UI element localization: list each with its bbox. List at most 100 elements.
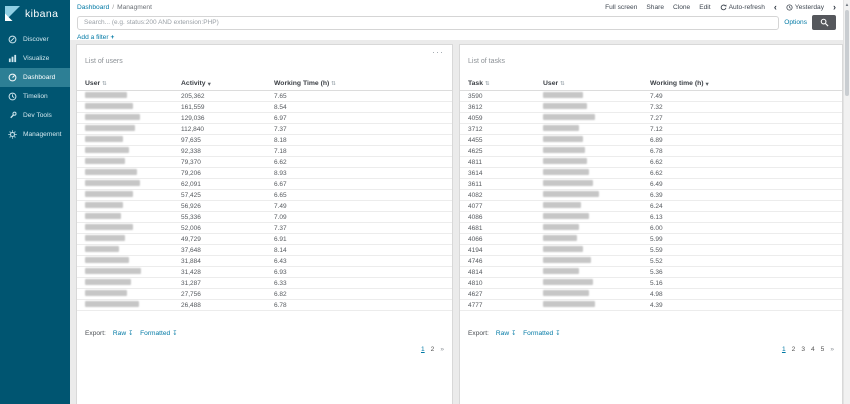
task-id: 4077 (468, 203, 543, 210)
download-icon: ↧ (128, 330, 133, 337)
options-link[interactable]: Options (784, 19, 807, 26)
working-time-value: 7.18 (274, 148, 444, 155)
page-3-button[interactable]: 3 (801, 346, 805, 353)
users-pagination: 12 » (77, 337, 452, 353)
table-row: 36116.49 (460, 179, 842, 190)
share-button[interactable]: Share (646, 4, 664, 11)
redaction-bar (85, 246, 119, 252)
export-raw-link[interactable]: Raw↧ (496, 330, 516, 337)
redaction-bar (85, 147, 129, 153)
task-id: 4814 (468, 269, 543, 276)
time-next-button[interactable]: › (833, 2, 836, 12)
table-row: 40597.27 (460, 113, 842, 124)
redacted-user-name (543, 114, 650, 122)
working-time-value: 6.49 (650, 181, 834, 188)
working-time-value: 7.09 (274, 214, 444, 221)
redacted-user-name (543, 290, 650, 298)
gear-icon (8, 130, 17, 139)
redacted-user-name (85, 125, 181, 133)
sidebar-item-dashboard[interactable]: Dashboard (0, 68, 70, 87)
working-time-value: 6.67 (274, 181, 444, 188)
scrollbar-thumb[interactable] (845, 10, 849, 96)
activity-value: 49,729 (181, 236, 274, 243)
activity-value: 129,036 (181, 115, 274, 122)
activity-value: 56,926 (181, 203, 274, 210)
redaction-bar (543, 147, 585, 153)
task-id: 4082 (468, 192, 543, 199)
redaction-bar (543, 136, 583, 142)
sidebar-item-discover[interactable]: Discover (0, 30, 70, 49)
working-time-value: 8.18 (274, 137, 444, 144)
export-formatted-link[interactable]: Formatted↧ (140, 330, 177, 337)
page-scrollbar[interactable]: ▲ (843, 0, 850, 404)
clock-small-icon (786, 4, 793, 11)
breadcrumb-root-link[interactable]: Dashboard (77, 4, 109, 11)
panel-title: List of tasks (468, 58, 505, 65)
scrollbar-up-arrow-icon[interactable]: ▲ (844, 0, 850, 9)
auto-refresh-button[interactable]: Auto-refresh (720, 4, 765, 11)
column-label: User (85, 80, 100, 87)
working-time-value: 5.52 (650, 258, 834, 265)
export-raw-link[interactable]: Raw↧ (113, 330, 133, 337)
sidebar-item-timelion[interactable]: Timelion (0, 87, 70, 106)
column-header-task[interactable]: Task⇅ (468, 80, 543, 87)
activity-value: 62,091 (181, 181, 274, 188)
full-screen-button[interactable]: Full screen (605, 4, 637, 11)
time-prev-button[interactable]: ‹ (774, 2, 777, 12)
activity-value: 27,756 (181, 291, 274, 298)
column-header-activity[interactable]: Activity▾ (181, 80, 274, 88)
table-row: 48105.16 (460, 278, 842, 289)
task-id: 4625 (468, 148, 543, 155)
next-page-button[interactable]: » (830, 346, 834, 353)
column-header-working-time-h-[interactable]: Working Time (h)⇅ (274, 80, 444, 87)
page-1-button[interactable]: 1 (421, 346, 425, 353)
page-4-button[interactable]: 4 (811, 346, 815, 353)
page-2-button[interactable]: 2 (431, 346, 435, 353)
export-formatted-link[interactable]: Formatted↧ (523, 330, 560, 337)
page-5-button[interactable]: 5 (821, 346, 825, 353)
clone-button[interactable]: Clone (673, 4, 690, 11)
task-id: 3590 (468, 93, 543, 100)
time-picker-button[interactable]: Yesterday (786, 4, 824, 11)
task-id: 4627 (468, 291, 543, 298)
redacted-user-name (543, 147, 650, 155)
top-nav: Full screen Share Clone Edit Auto-refresh ‹… (605, 2, 836, 12)
column-header-working-time-h-[interactable]: Working time (h)▾ (650, 80, 834, 88)
panel-list-of-tasks: List of tasks Task⇅User⇅Working time (h)… (459, 44, 843, 404)
working-time-value: 6.39 (650, 192, 834, 199)
page-2-button[interactable]: 2 (792, 346, 796, 353)
search-input[interactable] (77, 16, 779, 30)
panel-menu-icon[interactable]: ··· (432, 47, 444, 57)
activity-value: 205,362 (181, 93, 274, 100)
redacted-user-name (85, 136, 181, 144)
sort-icon: ▾ (706, 80, 709, 88)
redaction-bar (543, 191, 599, 197)
export-label: Export: (85, 330, 106, 337)
edit-button[interactable]: Edit (699, 4, 710, 11)
redacted-user-name (85, 202, 181, 210)
export-link-label: Formatted (140, 330, 170, 337)
activity-value: 79,370 (181, 159, 274, 166)
table-row: 52,0067.37 (77, 223, 452, 234)
column-header-user[interactable]: User⇅ (543, 80, 650, 87)
activity-value: 31,428 (181, 269, 274, 276)
sidebar-item-label: Dev Tools (23, 112, 52, 119)
column-header-user[interactable]: User⇅ (85, 80, 181, 87)
redaction-bar (85, 103, 133, 109)
redaction-bar (85, 235, 125, 241)
sidebar-item-dev-tools[interactable]: Dev Tools (0, 106, 70, 125)
page-1-button[interactable]: 1 (782, 346, 786, 353)
redaction-bar (543, 301, 595, 307)
table-row: 41945.59 (460, 245, 842, 256)
sidebar-item-management[interactable]: Management (0, 125, 70, 144)
sidebar-item-visualize[interactable]: Visualize (0, 49, 70, 68)
wrench-icon (8, 111, 17, 120)
next-page-button[interactable]: » (440, 346, 444, 353)
compass-icon (8, 35, 17, 44)
table-row: 40665.99 (460, 234, 842, 245)
task-id: 4086 (468, 214, 543, 221)
redacted-user-name (85, 235, 181, 243)
search-button[interactable] (812, 15, 836, 30)
kibana-logo[interactable]: kibana (0, 0, 70, 30)
redaction-bar (85, 224, 133, 230)
